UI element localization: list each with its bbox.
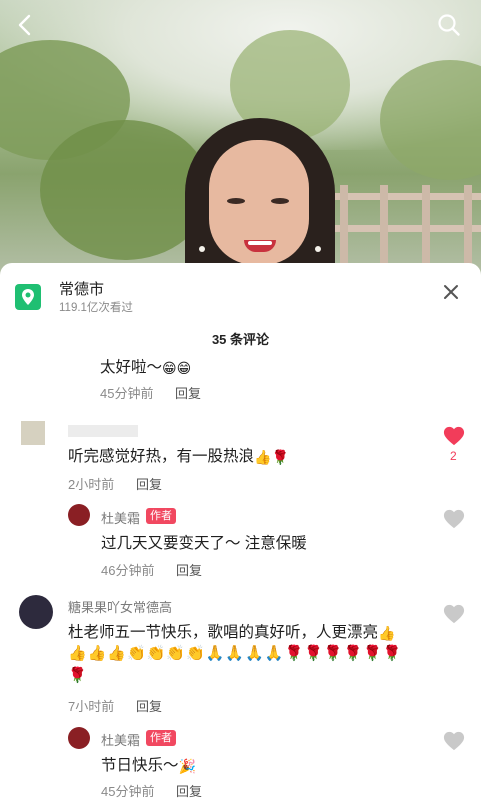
close-icon (444, 285, 458, 299)
comment-sheet: 常德市 119.1亿次看过 35 条评论 太好啦～😁😁 45分钟前 回复 听完感… (0, 263, 481, 800)
comment-time: 2小时前 (68, 477, 115, 492)
avatar[interactable] (19, 595, 53, 629)
emoji-thumbs-up: 👍 (378, 625, 396, 641)
emoji-celebrate: 🎉 (178, 758, 196, 774)
heart-icon[interactable] (443, 425, 465, 447)
comment-text: 节日快乐～🎉 (101, 757, 196, 774)
close-button[interactable] (438, 279, 464, 305)
username[interactable]: 杜美霜 (101, 508, 140, 527)
author-badge: 作者 (146, 730, 176, 746)
comment-text: 杜老师五一节快乐，歌唱的真好听，人更漂亮👍 (68, 624, 396, 641)
heart-icon[interactable] (443, 730, 465, 752)
reply-button[interactable]: 回复 (136, 474, 162, 493)
heart-icon[interactable] (443, 603, 465, 625)
comment-time: 45分钟前 (100, 386, 154, 401)
location-views: 119.1亿次看过 (59, 302, 133, 314)
username[interactable]: 杜美霜 (101, 730, 140, 749)
reply-button[interactable]: 回复 (176, 781, 202, 800)
search-icon (438, 14, 460, 36)
author-avatar[interactable] (68, 504, 90, 526)
video-player[interactable] (0, 0, 481, 290)
emoji-thumbs-rose: 👍🌹 (254, 449, 289, 465)
username[interactable]: 糖果果吖女常德高 (68, 597, 172, 616)
location-name[interactable]: 常德市 (59, 278, 104, 299)
wooden-fence (330, 175, 481, 270)
heart-icon[interactable] (443, 508, 465, 530)
reply-button[interactable]: 回复 (136, 696, 162, 715)
reply-button[interactable]: 回复 (175, 383, 201, 402)
comment-text: 听完感觉好热，有一股热浪👍🌹 (68, 448, 289, 465)
emoji-row: 👍👍👍👏👏👏👏🙏🙏🙏🙏🌹🌹🌹🌹🌹🌹 (68, 645, 403, 662)
comment-time: 46分钟前 (101, 563, 155, 578)
comment-time: 7小时前 (68, 699, 115, 714)
emoji-grin: 😁😁 (162, 360, 192, 376)
comment-text: 太好啦～😁😁 (100, 359, 192, 376)
comment-text: 过几天又要变天了～ 注意保暖 (101, 535, 307, 552)
reply-button[interactable]: 回复 (176, 560, 202, 579)
emoji-row: 🌹 (68, 667, 88, 684)
author-avatar[interactable] (68, 727, 90, 749)
search-button[interactable] (432, 8, 466, 42)
like-count: 2 (450, 449, 457, 463)
comment-count: 35 条评论 (211, 332, 270, 347)
username-blurred (68, 425, 138, 437)
author-badge: 作者 (146, 508, 176, 524)
avatar[interactable] (21, 421, 45, 445)
back-button[interactable] (8, 8, 42, 42)
back-icon (18, 14, 31, 36)
location-pin-icon (22, 289, 34, 305)
location-button[interactable] (15, 284, 41, 310)
comment-time: 45分钟前 (101, 784, 155, 799)
